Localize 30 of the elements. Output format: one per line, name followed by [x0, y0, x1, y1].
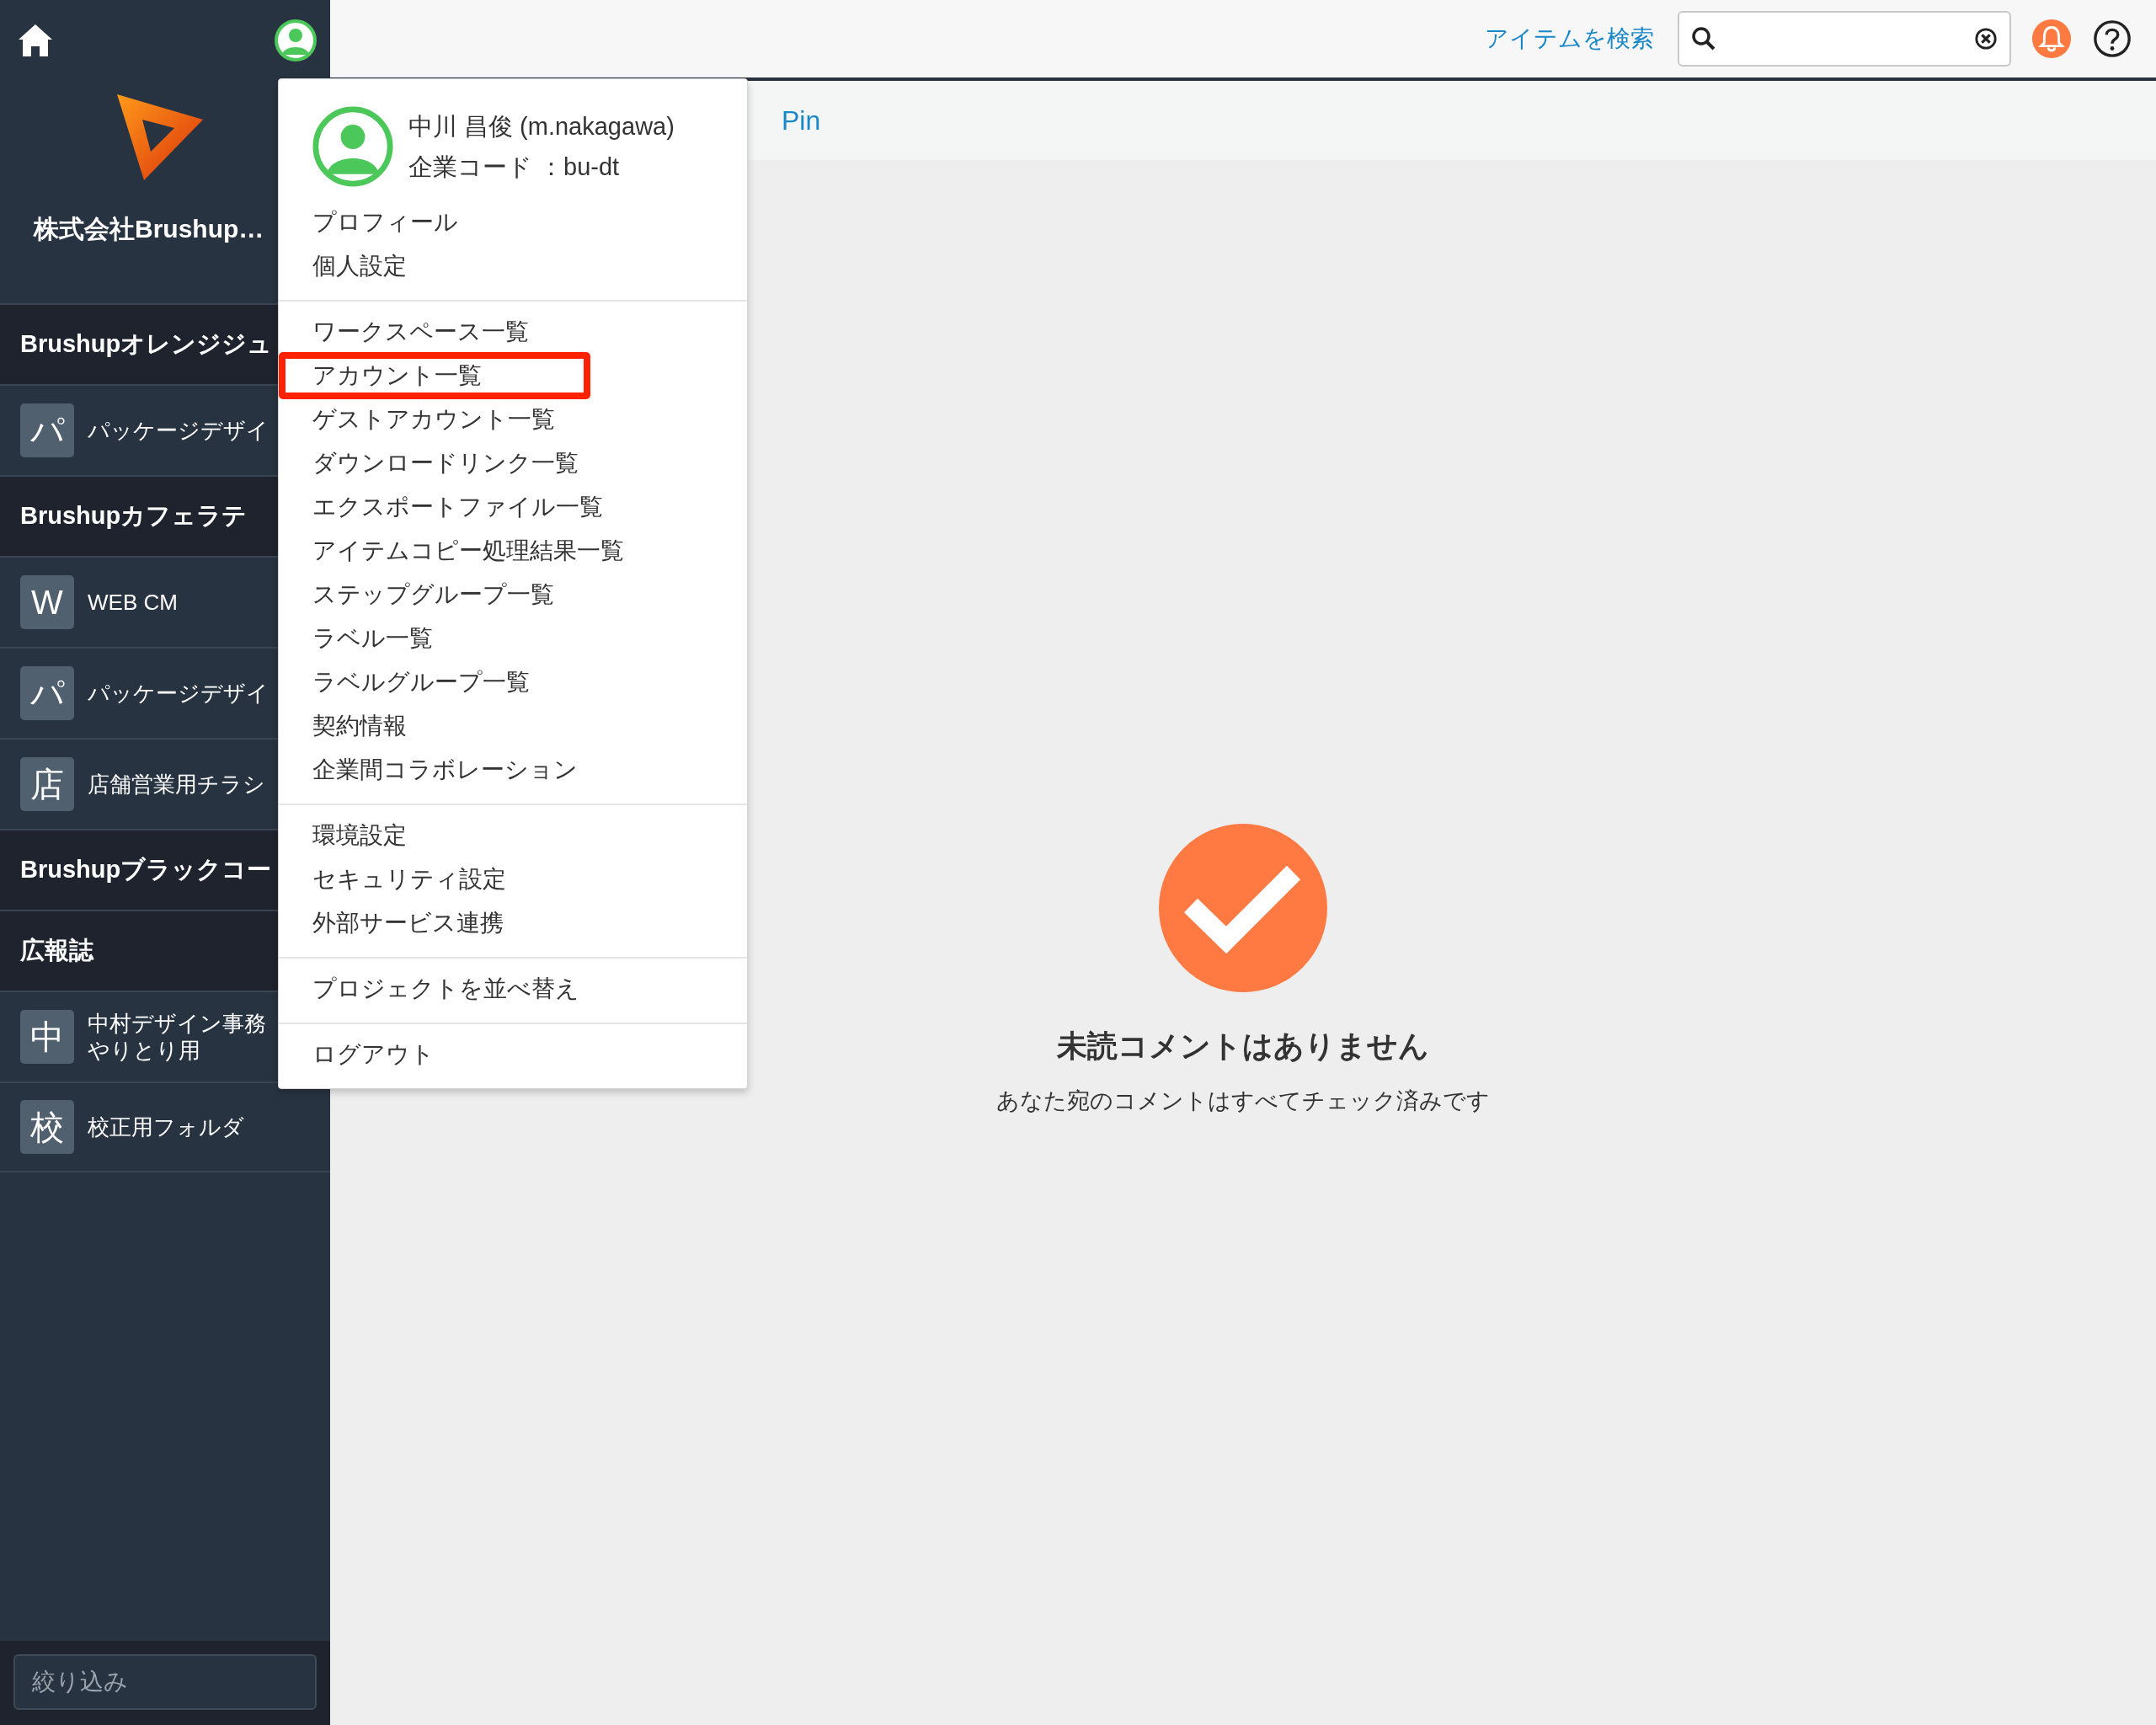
project-name: 店舗営業用チラシ: [88, 770, 265, 798]
search-link[interactable]: アイテムを検索: [1485, 23, 1654, 55]
menu-item[interactable]: プロフィール: [279, 200, 747, 244]
pin-tab[interactable]: Pin: [782, 104, 821, 136]
project-initial: パ: [20, 403, 74, 457]
home-icon[interactable]: [19, 24, 52, 56]
project-name: 校正用フォルダ: [88, 1113, 244, 1141]
project-initial: 校: [20, 1100, 74, 1154]
project-initial: 店: [20, 757, 74, 811]
user-avatar-icon: [312, 106, 393, 187]
project-name: パッケージデザイ: [88, 416, 269, 445]
clear-icon[interactable]: [1974, 27, 1998, 51]
empty-state-title: 未読コメントはありません: [1057, 1028, 1429, 1065]
user-avatar-icon[interactable]: [275, 19, 317, 61]
project-initial: W: [20, 575, 74, 629]
project-name: パッケージデザイ: [88, 679, 269, 708]
company-code: 企業コード ：bu-dt: [408, 152, 621, 182]
empty-state-message: あなた宛のコメントはすべてチェック済みです: [996, 1087, 1490, 1115]
project-name: 中村デザイン事務 やりとり用: [88, 1009, 266, 1065]
project-name: WEB CM: [88, 588, 178, 617]
checkmark-icon: [1159, 824, 1327, 992]
help-icon[interactable]: [2092, 19, 2132, 59]
filter-field[interactable]: 絞り込み: [13, 1654, 317, 1710]
project-initial: パ: [20, 666, 74, 720]
notification-bell-icon[interactable]: [2031, 19, 2072, 59]
search-icon: [1691, 26, 1716, 51]
search-field[interactable]: [1678, 11, 2011, 67]
user-name: 中川 昌俊 (m.nakagawa): [408, 112, 675, 142]
project-initial: 中: [20, 1010, 74, 1064]
menu-item[interactable]: 個人設定: [279, 244, 747, 288]
